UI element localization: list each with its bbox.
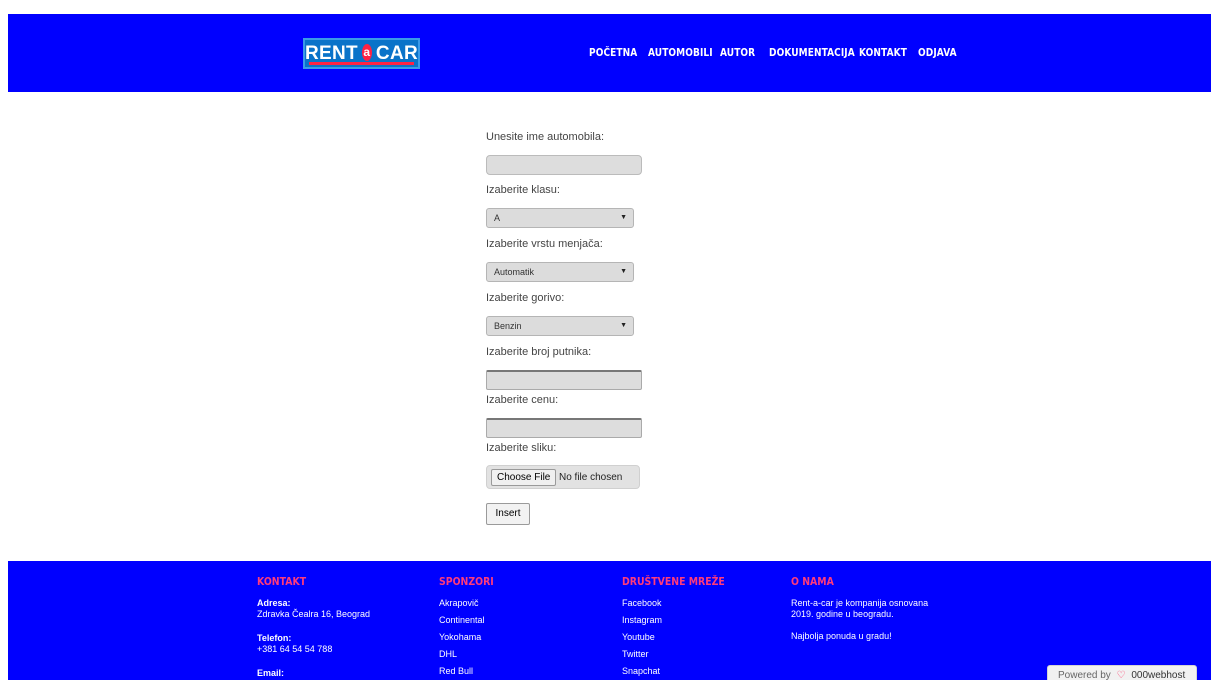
fuel-select-value: Benzin — [494, 321, 522, 331]
class-label: Izaberite klasu: — [486, 184, 560, 196]
price-label: Izaberite cenu: — [486, 394, 559, 406]
sponsor-link[interactable]: Red Bull — [439, 666, 503, 680]
webhost-brand: 000webhost — [1131, 670, 1186, 680]
about-line-3: Najbolja ponuda u gradu! — [791, 631, 892, 641]
about-line-2: 2019. godine u beogradu. — [791, 609, 894, 619]
email-label: Email: — [257, 668, 285, 678]
footer-o-nama-title: O NAMA — [791, 575, 834, 588]
class-select-value: A — [494, 213, 501, 223]
about-line-1: Rent-a-car je kompanija osnovana — [791, 598, 929, 608]
fuel-select[interactable]: Benzin ▼ — [486, 316, 634, 336]
site-header: RENT a CAR POČETNA AUTOMOBILI AUTOR DOKU… — [8, 14, 1211, 92]
logo-underline — [309, 62, 414, 65]
site-footer: KONTAKT Adresa: Zdravka Čealra 16, Beogr… — [8, 561, 1211, 680]
dropdown-arrow-icon: ▼ — [620, 322, 627, 329]
sponsor-link[interactable]: DHL — [439, 649, 503, 666]
footer-sponzori: SPONZORI Akrapovič Continental Yokohama … — [439, 575, 503, 680]
webhost-logo-icon: ♡ — [1116, 670, 1126, 680]
social-link-snapchat[interactable]: Snapchat — [622, 666, 743, 680]
price-input[interactable] — [486, 418, 642, 438]
file-status-text: No file chosen — [559, 472, 623, 483]
gearbox-select-value: Automatik — [494, 267, 535, 277]
sponsor-link[interactable]: Continental — [439, 615, 503, 632]
footer-kontakt-title: KONTAKT — [257, 575, 307, 588]
footer-sponzori-title: SPONZORI — [439, 575, 494, 588]
powered-by-badge[interactable]: Powered by ♡ 000webhost — [1047, 665, 1197, 680]
nav-kontakt[interactable]: KONTAKT — [859, 46, 907, 59]
social-link-twitter[interactable]: Twitter — [622, 649, 743, 666]
rent-a-car-logo[interactable]: RENT a CAR — [303, 38, 420, 69]
dropdown-arrow-icon: ▼ — [620, 268, 627, 275]
nav-pocetna[interactable]: POČETNA — [589, 46, 637, 59]
insert-button[interactable]: Insert — [486, 503, 530, 525]
social-link-instagram[interactable]: Instagram — [622, 615, 743, 632]
gearbox-label: Izaberite vrstu menjača: — [486, 238, 603, 250]
footer-kontakt: KONTAKT Adresa: Zdravka Čealra 16, Beogr… — [257, 575, 370, 679]
file-upload: Choose File No file chosen — [486, 465, 640, 489]
address-label: Adresa: — [257, 598, 291, 608]
footer-drustvene-mreze: DRUŠTVENE MREŽE Facebook Instagram Youtu… — [622, 575, 743, 680]
passengers-input[interactable] — [486, 370, 642, 390]
nav-autor[interactable]: AUTOR — [720, 46, 755, 59]
car-name-label: Unesite ime automobila: — [486, 131, 605, 143]
class-select[interactable]: A ▼ — [486, 208, 634, 228]
phone-label: Telefon: — [257, 633, 292, 643]
nav-automobili[interactable]: AUTOMOBILI — [648, 46, 713, 59]
footer-o-nama: O NAMA Rent-a-car je kompanija osnovana … — [791, 575, 928, 642]
sponsor-link[interactable]: Yokohama — [439, 632, 503, 649]
nav-dokumentacija[interactable]: DOKUMENTACIJA — [769, 46, 855, 59]
social-link-youtube[interactable]: Youtube — [622, 632, 743, 649]
sponsor-link[interactable]: Akrapovič — [439, 598, 503, 615]
choose-file-button[interactable]: Choose File — [491, 469, 557, 486]
nav-odjava[interactable]: ODJAVA — [918, 46, 957, 59]
passengers-label: Izaberite broj putnika: — [486, 346, 592, 358]
address-value: Zdravka Čealra 16, Beograd — [257, 609, 371, 619]
powered-by-text: Powered by — [1058, 670, 1111, 680]
image-label: Izaberite sliku: — [486, 442, 557, 454]
dropdown-arrow-icon: ▼ — [620, 214, 627, 221]
phone-value: +381 64 54 54 788 — [257, 644, 333, 654]
logo-circle-icon: a — [361, 44, 372, 61]
gearbox-select[interactable]: Automatik ▼ — [486, 262, 634, 282]
footer-mreze-title: DRUŠTVENE MREŽE — [622, 575, 725, 588]
car-name-input[interactable] — [486, 155, 642, 175]
social-link-facebook[interactable]: Facebook — [622, 598, 743, 615]
fuel-label: Izaberite gorivo: — [486, 292, 565, 304]
